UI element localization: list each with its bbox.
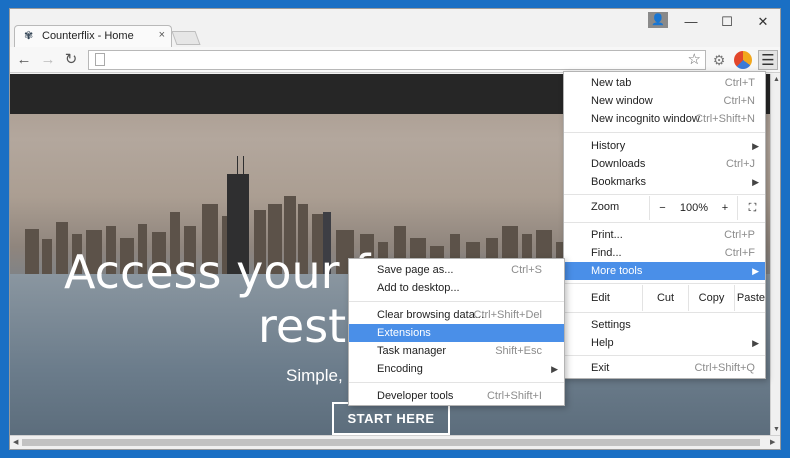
menu-item-more-tools[interactable]: More tools ▶ xyxy=(564,262,765,280)
menu-separator xyxy=(564,355,765,356)
title-bar: ✾ Counterflix - Home × 👤 — ☐ ✕ xyxy=(10,9,780,47)
browser-toolbar: ← → ↻ ☆ ⚙ ☰ xyxy=(10,47,780,73)
address-bar[interactable]: ☆ xyxy=(88,50,706,70)
minimize-button[interactable]: — xyxy=(678,13,704,31)
chrome-menu-button[interactable]: ☰ xyxy=(758,50,778,70)
submenu-item-save-page[interactable]: Save page as... Ctrl+S xyxy=(349,261,564,279)
menu-item-new-tab[interactable]: New tab Ctrl+T xyxy=(564,74,765,92)
user-profile-icon[interactable]: 👤 xyxy=(648,12,668,28)
submenu-item-add-to-desktop[interactable]: Add to desktop... xyxy=(349,279,564,297)
menu-separator xyxy=(349,382,564,383)
menu-item-find[interactable]: Find... Ctrl+F xyxy=(564,244,765,262)
menu-item-help[interactable]: Help ▶ xyxy=(564,334,765,352)
edit-row: Edit Cut Copy Paste xyxy=(564,285,765,311)
menu-separator xyxy=(349,301,564,302)
menu-item-new-window[interactable]: New window Ctrl+N xyxy=(564,92,765,110)
fullscreen-icon[interactable]: ⛶ xyxy=(737,196,767,220)
bookmark-star-icon[interactable]: ☆ xyxy=(688,51,701,69)
scroll-down-icon[interactable]: ▼ xyxy=(773,426,780,433)
hero-title-line2: rest xyxy=(258,299,347,353)
extension-icon[interactable]: ⚙ xyxy=(710,51,728,69)
paste-button[interactable]: Paste xyxy=(734,285,767,311)
submenu-arrow-icon: ▶ xyxy=(752,141,759,151)
menu-item-print[interactable]: Print... Ctrl+P xyxy=(564,226,765,244)
zoom-level: 100% xyxy=(679,202,709,214)
submenu-item-task-manager[interactable]: Task manager Shift+Esc xyxy=(349,342,564,360)
menu-separator xyxy=(564,132,765,133)
horizontal-scrollbar[interactable]: ◀ ▶ xyxy=(10,435,780,449)
menu-item-downloads[interactable]: Downloads Ctrl+J xyxy=(564,155,765,173)
submenu-item-clear-browsing-data[interactable]: Clear browsing data... Ctrl+Shift+Del xyxy=(349,306,564,324)
menu-item-new-incognito-window[interactable]: New incognito window Ctrl+Shift+N xyxy=(564,110,765,128)
start-here-button[interactable]: START HERE xyxy=(332,402,450,435)
copy-button[interactable]: Copy xyxy=(688,285,734,311)
menu-item-history[interactable]: History ▶ xyxy=(564,137,765,155)
menu-item-settings[interactable]: Settings xyxy=(564,316,765,334)
close-window-button[interactable]: ✕ xyxy=(750,13,776,31)
zoom-row: Zoom − 100% + ⛶ xyxy=(564,196,765,220)
extension-color-icon[interactable] xyxy=(734,51,752,69)
favicon-icon: ✾ xyxy=(24,30,34,42)
tab-counterflix-home[interactable]: ✾ Counterflix - Home × xyxy=(14,25,172,47)
menu-separator xyxy=(564,222,765,223)
menu-separator xyxy=(564,194,765,195)
submenu-item-developer-tools[interactable]: Developer tools Ctrl+Shift+I xyxy=(349,387,564,405)
back-button[interactable]: ← xyxy=(14,50,34,70)
zoom-out-button[interactable]: − xyxy=(649,196,675,220)
menu-item-bookmarks[interactable]: Bookmarks ▶ xyxy=(564,173,765,191)
tab-close-icon[interactable]: × xyxy=(159,29,165,41)
reload-button[interactable]: ↻ xyxy=(61,50,81,70)
maximize-button[interactable]: ☐ xyxy=(714,13,740,31)
scroll-left-icon[interactable]: ◀ xyxy=(13,438,18,446)
scroll-up-icon[interactable]: ▲ xyxy=(773,76,780,83)
submenu-item-extensions[interactable]: Extensions xyxy=(349,324,564,342)
menu-item-exit[interactable]: Exit Ctrl+Shift+Q xyxy=(564,359,765,377)
menu-separator xyxy=(564,312,765,313)
zoom-in-button[interactable]: + xyxy=(713,196,737,220)
submenu-arrow-icon: ▶ xyxy=(752,338,759,348)
page-icon xyxy=(95,53,105,66)
more-tools-submenu: Save page as... Ctrl+S Add to desktop...… xyxy=(348,258,565,406)
new-tab-button[interactable] xyxy=(171,31,201,45)
submenu-arrow-icon: ▶ xyxy=(752,266,759,276)
cut-button[interactable]: Cut xyxy=(642,285,688,311)
tab-title: Counterflix - Home xyxy=(42,30,134,42)
horizontal-scroll-thumb[interactable] xyxy=(22,439,760,446)
forward-button[interactable]: → xyxy=(38,50,58,70)
submenu-item-encoding[interactable]: Encoding ▶ xyxy=(349,360,564,378)
submenu-arrow-icon: ▶ xyxy=(752,177,759,187)
menu-separator xyxy=(564,283,765,284)
chrome-main-menu: New tab Ctrl+T New window Ctrl+N New inc… xyxy=(563,71,766,379)
vertical-scrollbar[interactable]: ▲ ▼ xyxy=(770,74,780,435)
submenu-arrow-icon: ▶ xyxy=(551,364,558,374)
scroll-right-icon[interactable]: ▶ xyxy=(770,438,775,446)
